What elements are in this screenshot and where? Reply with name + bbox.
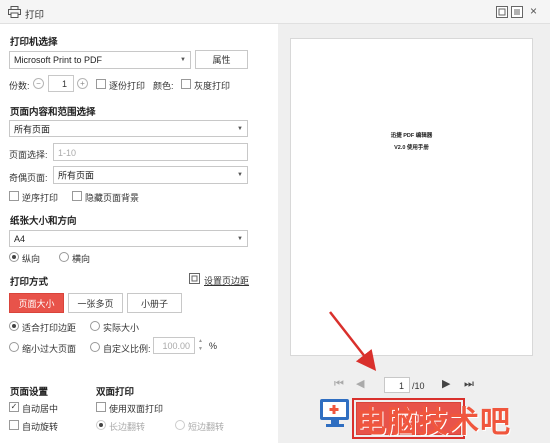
- collate-checkbox[interactable]: [96, 79, 106, 89]
- list-view-icon[interactable]: [511, 6, 523, 18]
- odd-even-select-value: 所有页面: [58, 170, 95, 181]
- chevron-down-icon: ▼: [237, 235, 243, 242]
- paper-section-title: 纸张大小和方向: [10, 216, 77, 227]
- paper-size-value: A4: [14, 233, 26, 244]
- printer-select[interactable]: Microsoft Print to PDF ▼: [9, 51, 191, 69]
- layout-icon[interactable]: [496, 6, 508, 18]
- range-section-title: 页面内容和范围选择: [10, 107, 96, 118]
- landscape-label: 横向: [72, 254, 91, 264]
- landscape-radio[interactable]: [59, 252, 69, 262]
- printer-select-value: Microsoft Print to PDF: [14, 55, 103, 65]
- duplex-label: 使用双面打印: [109, 404, 164, 414]
- annotation-arrow: [329, 311, 377, 371]
- window-title: 打印: [25, 10, 45, 21]
- copies-increment-button[interactable]: +: [77, 78, 88, 89]
- tab-multiple-pages[interactable]: 一张多页: [68, 293, 123, 313]
- portrait-label: 纵向: [22, 254, 41, 264]
- copies-label: 份数:: [9, 81, 30, 91]
- paper-size-select[interactable]: A4 ▼: [9, 230, 248, 247]
- odd-even-select[interactable]: 所有页面 ▼: [53, 166, 248, 184]
- chevron-down-icon: ▼: [237, 172, 243, 178]
- reverse-checkbox[interactable]: [9, 191, 19, 201]
- page-range-placeholder: 1-10: [58, 148, 77, 158]
- duplex-section-title: 双面打印: [96, 387, 135, 398]
- custom-scale-value: 100.00: [162, 341, 190, 351]
- custom-scale-input[interactable]: 100.00: [153, 337, 195, 354]
- copies-decrement-button[interactable]: −: [33, 78, 44, 89]
- hide-background-checkbox[interactable]: [72, 191, 82, 201]
- long-edge-radio[interactable]: [96, 420, 106, 430]
- content-select-value: 所有页面: [14, 124, 51, 134]
- long-edge-label: 长边翻转: [109, 422, 146, 432]
- page-select-label: 页面选择:: [9, 150, 48, 160]
- close-icon[interactable]: ×: [530, 4, 537, 18]
- grayscale-label: 灰度打印: [194, 81, 231, 91]
- fit-margins-label: 适合打印边距: [22, 323, 77, 333]
- collate-label: 逐份打印: [109, 81, 146, 91]
- printer-section-title: 打印机选择: [10, 37, 58, 48]
- chevron-down-icon: ▼: [237, 125, 243, 132]
- auto-center-checkbox[interactable]: ✓: [9, 402, 19, 412]
- watermark-logo-icon: [320, 399, 349, 427]
- tab-booklet[interactable]: 小册子: [127, 293, 182, 313]
- custom-scale-stepper[interactable]: ▲ ▼: [197, 337, 206, 354]
- custom-scale-label: 自定义比例:: [103, 344, 151, 354]
- chevron-down-icon[interactable]: ▼: [198, 346, 203, 352]
- hide-background-label: 隐藏页面背景: [85, 193, 140, 203]
- duplex-checkbox[interactable]: [96, 402, 106, 412]
- auto-center-label: 自动居中: [22, 404, 59, 414]
- short-edge-label: 短边翻转: [188, 422, 225, 432]
- tab-page-size[interactable]: 页面大小: [9, 293, 64, 313]
- chevron-down-icon: ▼: [180, 57, 186, 63]
- chevron-up-icon[interactable]: ▲: [198, 338, 203, 344]
- percent-label: %: [209, 341, 218, 351]
- portrait-radio[interactable]: [9, 252, 19, 262]
- shrink-radio[interactable]: [9, 342, 19, 352]
- actual-size-label: 实际大小: [103, 323, 140, 333]
- odd-even-label: 奇偶页面:: [9, 173, 48, 183]
- color-label: 颜色:: [153, 81, 174, 91]
- title-bar: 打印 ×: [0, 0, 550, 24]
- auto-rotate-label: 自动旋转: [22, 422, 59, 432]
- page-settings-title: 页面设置: [10, 387, 49, 398]
- actual-size-radio[interactable]: [90, 321, 100, 331]
- auto-rotate-checkbox[interactable]: [9, 420, 19, 430]
- page-range-input[interactable]: 1-10: [53, 143, 248, 161]
- mode-section-title: 打印方式: [10, 277, 49, 288]
- watermark-text: 电脑技术吧: [356, 405, 511, 440]
- check-icon: ✓: [10, 402, 18, 411]
- margin-settings-icon[interactable]: [189, 273, 200, 284]
- fit-margins-radio[interactable]: [9, 321, 19, 331]
- shrink-label: 缩小过大页面: [22, 344, 77, 354]
- reverse-label: 逆序打印: [22, 193, 59, 203]
- short-edge-radio[interactable]: [175, 420, 185, 430]
- content-select[interactable]: 所有页面 ▼: [9, 120, 248, 137]
- set-margins-link[interactable]: 设置页边距: [204, 274, 249, 287]
- properties-button[interactable]: 属性: [195, 50, 248, 69]
- custom-scale-radio[interactable]: [90, 342, 100, 352]
- printer-icon: [8, 6, 21, 18]
- grayscale-checkbox[interactable]: [181, 79, 191, 89]
- copies-value: 1: [61, 79, 67, 89]
- copies-input[interactable]: 1: [48, 75, 74, 92]
